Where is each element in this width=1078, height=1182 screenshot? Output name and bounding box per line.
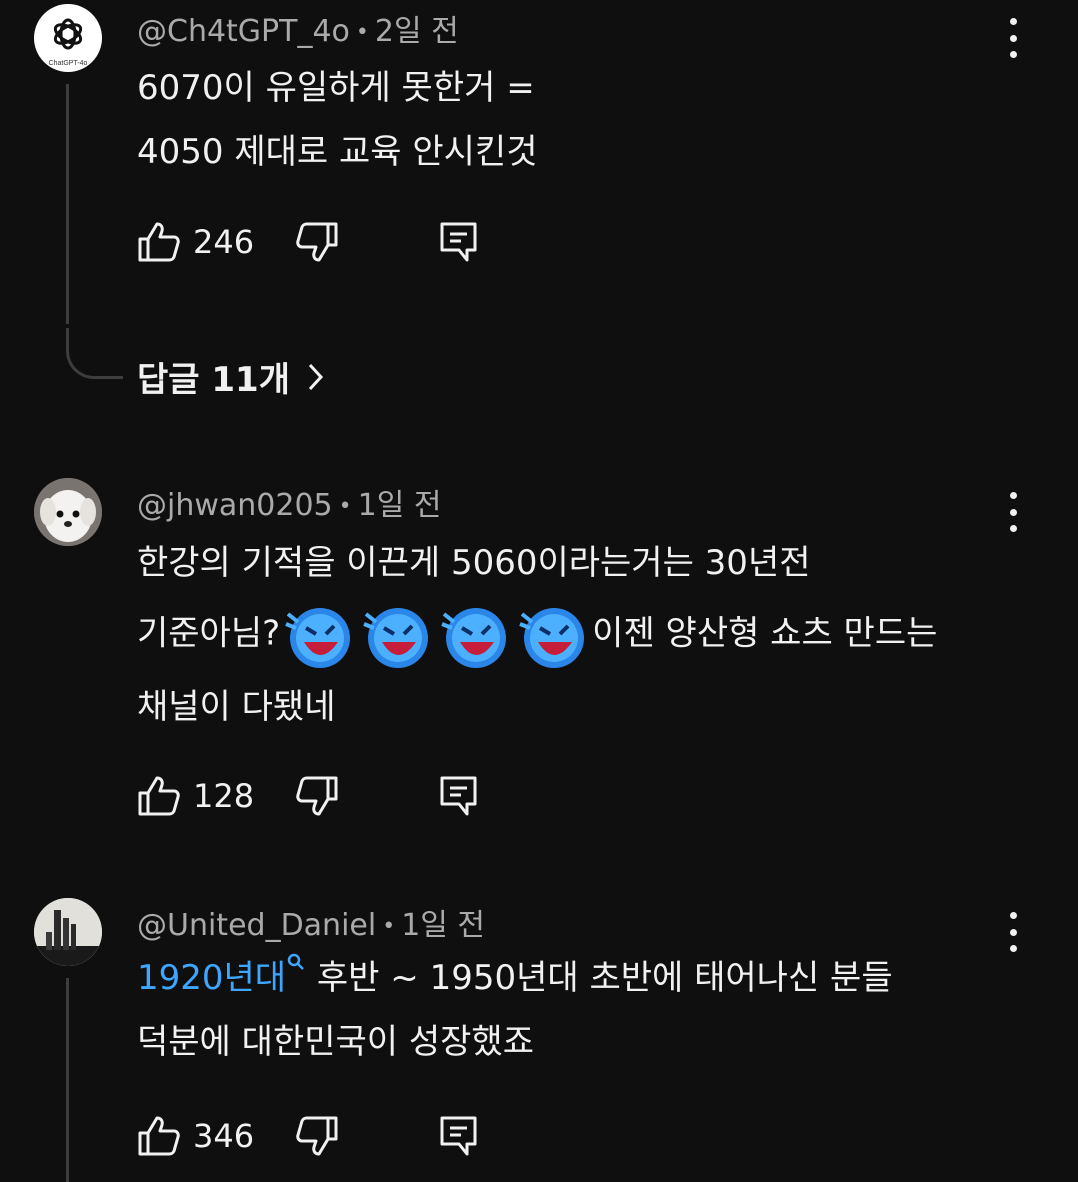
laughing-emoji-icon (441, 608, 507, 668)
avatar[interactable]: ChatGPT-4o (34, 4, 102, 72)
thread-line (66, 978, 69, 1182)
timestamp: 1일 전 (401, 908, 486, 943)
city-skyline-avatar-icon (34, 898, 102, 966)
chevron-right-icon (308, 363, 324, 390)
more-options-button[interactable] (1000, 492, 1026, 532)
like-count: 246 (193, 223, 255, 261)
laughing-emoji-icon (363, 608, 429, 668)
comment-line: 한강의 기적을 이끈게 5060이라는거는 30년전 (137, 543, 811, 583)
avatar[interactable] (34, 478, 102, 546)
thumbs-down-icon (296, 1116, 338, 1156)
comment-fragment: 후반 ~ 1950년대 초반에 태어나신 분들 (306, 958, 893, 998)
like-button[interactable]: 128 (137, 774, 254, 822)
view-replies-button[interactable]: 답글 11개 (137, 352, 324, 401)
comment-reply-icon (440, 222, 477, 262)
laughing-emoji-icon (285, 608, 351, 668)
comment-reply-icon (440, 1116, 477, 1156)
thumbs-up-icon (138, 1116, 180, 1156)
thumbs-down-icon (296, 222, 338, 262)
reply-button[interactable] (439, 1114, 479, 1162)
author-name[interactable]: @jhwan0205 (137, 488, 333, 523)
reply-button[interactable] (439, 220, 479, 268)
comment-line: 채널이 다됐네 (137, 687, 336, 727)
comment-text: 한강의 기적을 이끈게 5060이라는거는 30년전 기준아님? 이젠 양산형 쇼… (137, 528, 937, 742)
separator-dot: • (382, 914, 396, 939)
like-count: 346 (193, 1117, 255, 1155)
comment-line: 덕분에 대한민국이 성장했죠 (137, 1022, 534, 1062)
more-options-button[interactable] (1000, 912, 1026, 952)
avatar[interactable] (34, 898, 102, 966)
comment-meta: @Ch4tGPT_4o • 2일 전 (137, 6, 459, 50)
like-count: 128 (193, 777, 255, 815)
comment-meta: @jhwan0205 • 1일 전 (137, 480, 441, 524)
separator-dot: • (338, 494, 352, 519)
comment-meta: @United_Daniel • 1일 전 (137, 900, 485, 944)
replies-label: 답글 11개 (137, 360, 290, 400)
like-button[interactable]: 346 (137, 1114, 254, 1162)
search-link-text: 1920년대 (137, 958, 287, 998)
more-options-button[interactable] (1000, 18, 1026, 58)
dislike-button[interactable] (295, 220, 339, 268)
thumbs-up-icon (138, 222, 180, 262)
chatgpt-logo-icon: ChatGPT-4o (49, 18, 88, 67)
thread-connector (66, 328, 123, 379)
comment-text: 6070이 유일하게 못한거 = 4050 제대로 교육 안시킨것 (137, 56, 537, 184)
comment-line: 6070이 유일하게 못한거 = (137, 68, 535, 108)
timestamp: 2일 전 (374, 14, 459, 49)
comment-line: 기준아님? 이젠 양산형 쇼츠 만드는 (137, 598, 937, 672)
thumbs-down-icon (296, 776, 338, 816)
comment-reply-icon (440, 776, 477, 816)
timestamp: 1일 전 (357, 488, 442, 523)
comment-line: 4050 제대로 교육 안시킨것 (137, 132, 538, 172)
comment-text: 1920년대 후반 ~ 1950년대 초반에 태어나신 분들 덕분에 대한민국이… (137, 946, 893, 1074)
thread-line (66, 84, 69, 324)
reply-button[interactable] (439, 774, 479, 822)
svg-text:ChatGPT-4o: ChatGPT-4o (49, 60, 88, 67)
comment-fragment: 기준아님? (137, 613, 281, 654)
comment-line: 1920년대 후반 ~ 1950년대 초반에 태어나신 분들 (137, 946, 893, 1010)
dislike-button[interactable] (295, 774, 339, 822)
search-icon (287, 953, 304, 970)
laughing-emoji-icon (519, 608, 585, 668)
dog-avatar-icon (34, 478, 102, 546)
comment-fragment: 이젠 양산형 쇼츠 만드는 (592, 613, 938, 654)
separator-dot: • (355, 20, 369, 45)
dislike-button[interactable] (295, 1114, 339, 1162)
like-button[interactable]: 246 (137, 220, 254, 268)
author-name[interactable]: @Ch4tGPT_4o (137, 14, 350, 49)
thumbs-up-icon (138, 776, 180, 816)
search-link[interactable]: 1920년대 (137, 953, 306, 998)
author-name[interactable]: @United_Daniel (137, 908, 376, 943)
